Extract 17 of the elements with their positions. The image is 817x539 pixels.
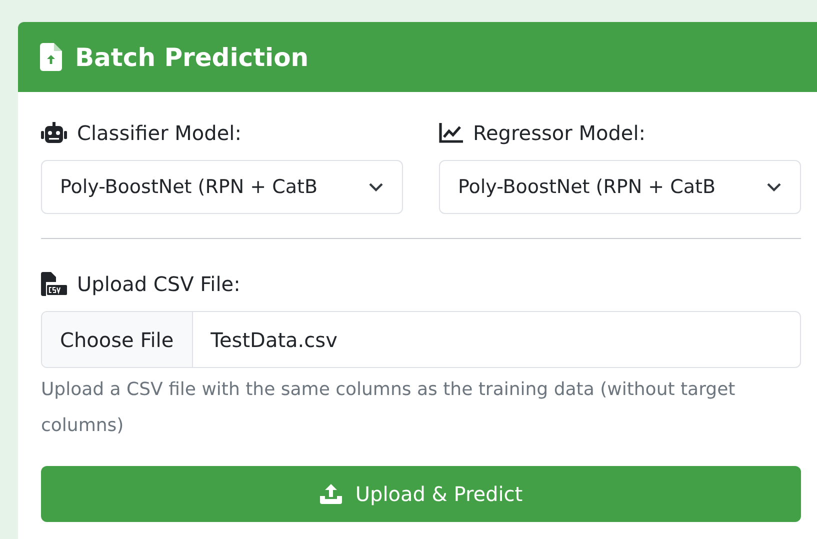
file-input[interactable]: Choose File TestData.csv: [41, 311, 801, 368]
upload-icon: [319, 483, 344, 505]
file-name: TestData.csv: [210, 326, 338, 354]
csv-file-icon: [41, 272, 67, 296]
field-label: Regressor Model:: [473, 121, 646, 145]
model-select[interactable]: Poly-BoostNet (RPN + CatB: [41, 160, 403, 214]
field-label: Upload CSV File:: [77, 272, 240, 296]
robot-icon: [41, 122, 67, 144]
chevron-down-icon: [368, 182, 384, 192]
chevron-down-icon: [766, 182, 782, 192]
line-chart-icon: [439, 123, 463, 143]
help-text: Upload a CSV file with the same columns as the training data (without target columns): [41, 378, 736, 438]
file-upload-icon: [40, 43, 62, 71]
field-label: Classifier Model:: [77, 121, 242, 145]
model-select[interactable]: Poly-BoostNet (RPN + CatB: [439, 160, 801, 214]
card-title: Batch Prediction: [75, 42, 309, 72]
choose-file-button[interactable]: Choose File: [42, 312, 193, 367]
